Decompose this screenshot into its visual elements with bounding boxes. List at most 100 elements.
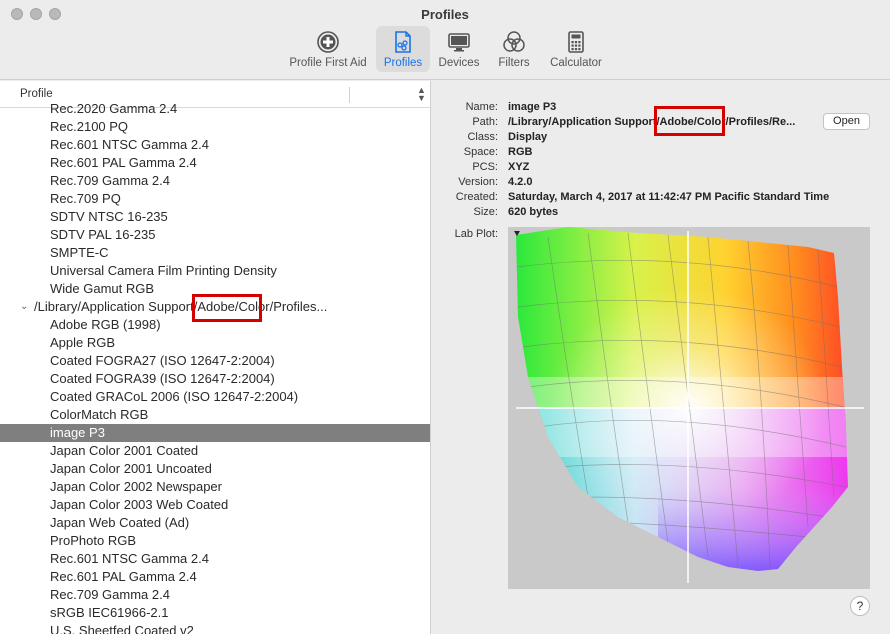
version-value: 4.2.0 [508, 176, 533, 188]
monitor-icon [448, 33, 470, 52]
profile-row[interactable]: Rec.709 Gamma 2.4 [0, 172, 430, 190]
profile-row-label: Rec.601 PAL Gamma 2.4 [50, 569, 197, 584]
open-button[interactable]: Open [823, 113, 870, 130]
profile-row-label: ColorMatch RGB [50, 407, 149, 422]
space-value: RGB [508, 146, 533, 158]
profile-row[interactable]: ProPhoto RGB [0, 532, 430, 550]
profile-row[interactable]: Japan Color 2001 Coated [0, 442, 430, 460]
profile-row-label: Rec.709 Gamma 2.4 [50, 173, 170, 188]
class-value: Display [508, 131, 548, 143]
profile-row-label: SDTV NTSC 16-235 [50, 209, 168, 224]
toolbar-label: Filters [498, 57, 530, 69]
profile-column-label: Profile [20, 88, 53, 100]
profile-row-label: Japan Color 2001 Coated [50, 443, 199, 458]
profile-row[interactable]: Rec.601 PAL Gamma 2.4 [0, 568, 430, 586]
profile-row-label: Rec.2100 PQ [50, 119, 129, 134]
profile-list-pane: Profile ▲ ▼ Rec.2020 Gamma 2.4 Rec.2100 PQ… [0, 81, 431, 634]
size-value: 620 bytes [508, 206, 559, 218]
profile-row[interactable]: Rec.601 PAL Gamma 2.4 [0, 154, 430, 172]
profile-row[interactable]: Rec.2020 Gamma 2.4 [0, 100, 430, 118]
document-icon [395, 31, 411, 53]
toolbar-profile-first-aid[interactable]: Profile First Aid [284, 26, 372, 72]
profile-row-label: sRGB IEC61966-2.1 [50, 605, 169, 620]
profile-row[interactable]: Coated FOGRA27 (ISO 12647-2:2004) [0, 352, 430, 370]
toolbar-label: Devices [438, 57, 480, 69]
profile-row[interactable]: Coated GRACoL 2006 (ISO 12647-2:2004) [0, 388, 430, 406]
profile-row-label: Rec.709 PQ [50, 191, 121, 206]
toolbar-label: Profiles [383, 57, 423, 69]
profile-detail-pane: Name: image P3 Path: /Library/Applicatio… [432, 81, 890, 634]
profile-row[interactable]: SDTV PAL 16-235 [0, 226, 430, 244]
lab-plot[interactable] [508, 227, 870, 589]
profile-row-label: Apple RGB [50, 335, 116, 350]
profile-row[interactable]: image P3 [0, 424, 430, 442]
profile-row-label: U.S. Sheetfed Coated v2 [50, 623, 194, 634]
created-label: Created: [455, 191, 498, 203]
profile-row-label: Rec.2020 Gamma 2.4 [50, 101, 178, 116]
venn-circles-icon [503, 31, 525, 52]
pcs-label: PCS: [472, 161, 498, 173]
profile-row-label: Adobe RGB (1998) [50, 317, 161, 332]
profile-row[interactable]: Rec.709 Gamma 2.4 [0, 586, 430, 604]
size-label: Size: [473, 206, 498, 218]
toolbar-devices[interactable]: Devices [435, 26, 483, 72]
name-value: image P3 [508, 101, 557, 113]
path-value: /Library/Application Support/Adobe/Color… [508, 116, 796, 128]
profile-row[interactable]: Apple RGB [0, 334, 430, 352]
toolbar-filters[interactable]: Filters [493, 26, 535, 72]
annotation-highlight-path [654, 106, 725, 136]
profile-row[interactable]: SMPTE-C [0, 244, 430, 262]
pcs-value: XYZ [508, 161, 530, 173]
profile-row[interactable]: SDTV NTSC 16-235 [0, 208, 430, 226]
toolbar-label: Calculator [550, 57, 602, 69]
profile-row[interactable]: Rec.2100 PQ [0, 118, 430, 136]
profile-row[interactable]: Rec.709 PQ [0, 190, 430, 208]
profile-row-label: Coated FOGRA27 (ISO 12647-2:2004) [50, 353, 275, 368]
version-label: Version: [458, 176, 498, 188]
toolbar-label: Profile First Aid [289, 57, 367, 69]
name-label: Name: [465, 101, 498, 113]
profile-row[interactable]: Japan Web Coated (Ad) [0, 514, 430, 532]
lab-gamut-graphic [514, 227, 864, 583]
profile-row[interactable]: Japan Color 2001 Uncoated [0, 460, 430, 478]
class-label: Class: [467, 131, 498, 143]
profile-row-label: Universal Camera Film Printing Density [50, 263, 277, 278]
profile-row-label: Japan Color 2001 Uncoated [50, 461, 212, 476]
profile-row[interactable]: sRGB IEC61966-2.1 [0, 604, 430, 622]
profile-row[interactable]: U.S. Sheetfed Coated v2 [0, 622, 430, 634]
profile-row[interactable]: Rec.601 NTSC Gamma 2.4 [0, 550, 430, 568]
toolbar-calculator[interactable]: Calculator [546, 26, 606, 72]
profile-row-label: Rec.601 NTSC Gamma 2.4 [50, 551, 209, 566]
plus-circle-icon [317, 31, 339, 53]
lab-plot-label: Lab Plot: [454, 228, 498, 240]
profile-row-label: Coated GRACoL 2006 (ISO 12647-2:2004) [50, 389, 299, 404]
profile-row[interactable]: Universal Camera Film Printing Density [0, 262, 430, 280]
window-title: Profiles [421, 7, 469, 22]
path-label: Path: [472, 116, 498, 128]
profile-row[interactable]: Japan Color 2003 Web Coated [0, 496, 430, 514]
disclosure-chevron-icon[interactable]: ⌄ [20, 298, 28, 316]
window-titlebar: Profiles Profile First Aid Profiles Devi… [0, 0, 890, 80]
profile-row-label: Rec.601 PAL Gamma 2.4 [50, 155, 197, 170]
profile-row-label: SMPTE-C [50, 245, 109, 260]
profile-row-label: /Library/Application Support/Adobe/Color… [34, 299, 328, 314]
profile-row-label: SDTV PAL 16-235 [50, 227, 156, 242]
calculator-icon [568, 31, 584, 53]
profile-row-label: Japan Color 2003 Web Coated [50, 497, 229, 512]
created-value: Saturday, March 4, 2017 at 11:42:47 PM P… [508, 191, 830, 203]
profile-row[interactable]: Japan Color 2002 Newspaper [0, 478, 430, 496]
profile-row[interactable]: Coated FOGRA39 (ISO 12647-2:2004) [0, 370, 430, 388]
profile-row-label: Rec.601 NTSC Gamma 2.4 [50, 137, 209, 152]
profile-row-label: Japan Color 2002 Newspaper [50, 479, 222, 494]
annotation-highlight-list [192, 294, 262, 322]
toolbar-profiles[interactable]: Profiles [376, 26, 430, 72]
space-label: Space: [463, 146, 498, 158]
profile-row-label: Rec.709 Gamma 2.4 [50, 587, 170, 602]
profile-row-label: Coated FOGRA39 (ISO 12647-2:2004) [50, 371, 275, 386]
profile-row-label: image P3 [50, 425, 105, 440]
help-button[interactable]: ? [850, 596, 870, 616]
profile-row[interactable]: ColorMatch RGB [0, 406, 430, 424]
profile-row-label: Japan Web Coated (Ad) [50, 515, 190, 530]
profile-row-label: ProPhoto RGB [50, 533, 136, 548]
profile-row[interactable]: Rec.601 NTSC Gamma 2.4 [0, 136, 430, 154]
